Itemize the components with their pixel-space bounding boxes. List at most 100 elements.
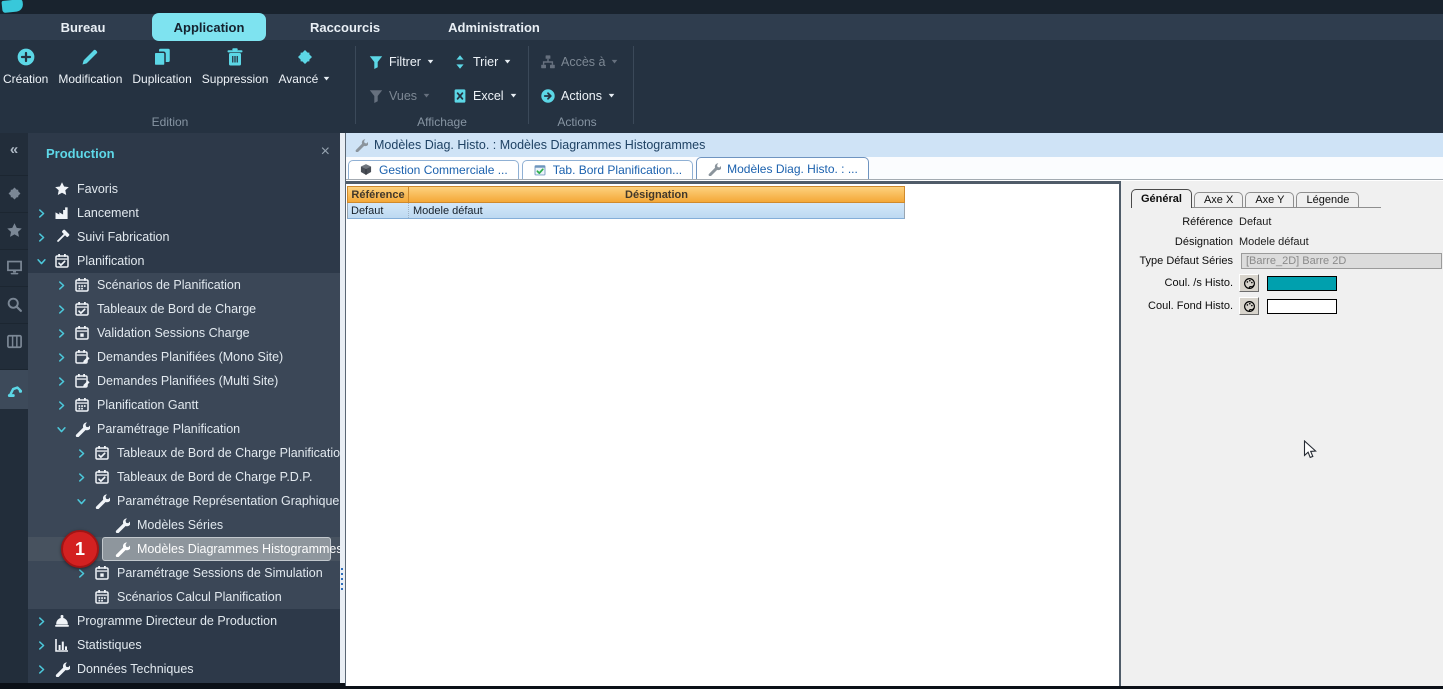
actions-button[interactable]: Actions bbox=[540, 84, 616, 108]
sidebar-item-planification[interactable]: Planification bbox=[28, 249, 340, 273]
table-row[interactable]: Defaut Modele défaut bbox=[347, 203, 905, 219]
doc-tab-gestion-commerciale[interactable]: Gestion Commerciale ... bbox=[348, 160, 519, 179]
caret-down-icon bbox=[503, 55, 512, 69]
chevron-right-icon[interactable] bbox=[56, 304, 74, 315]
sidebar-item-programme-directeur[interactable]: Programme Directeur de Production bbox=[28, 609, 340, 633]
sidebar-item-tbc-pdp[interactable]: Tableaux de Bord de Charge P.D.P. bbox=[28, 465, 340, 489]
chevron-right-icon[interactable] bbox=[36, 616, 54, 627]
sidebar-item-parametrage-planification[interactable]: Paramétrage Planification bbox=[28, 417, 340, 441]
color-picker-button[interactable] bbox=[1239, 274, 1259, 292]
wrench-icon bbox=[346, 138, 374, 152]
chevron-down-icon[interactable] bbox=[76, 496, 94, 507]
sidebar-item-scenarios-calcul[interactable]: Scénarios Calcul Planification bbox=[28, 585, 340, 609]
excel-button[interactable]: Excel bbox=[452, 84, 518, 108]
document-area: Modèles Diag. Histo. : Modèles Diagramme… bbox=[346, 133, 1443, 686]
chevron-right-icon[interactable] bbox=[56, 400, 74, 411]
views-button[interactable]: Vues bbox=[368, 84, 431, 108]
sidebar-item-donnees-techniques[interactable]: Données Techniques bbox=[28, 657, 340, 681]
modules-gear-button[interactable] bbox=[0, 175, 28, 211]
star-icon bbox=[6, 222, 23, 239]
sort-button[interactable]: Trier bbox=[452, 50, 512, 74]
chevron-right-icon[interactable] bbox=[36, 640, 54, 651]
chevron-down-icon[interactable] bbox=[36, 256, 54, 267]
chevron-right-icon[interactable] bbox=[56, 328, 74, 339]
modify-label: Modification bbox=[58, 72, 122, 86]
delete-button[interactable]: Suppression bbox=[199, 47, 272, 86]
sidebar-item-label: Données Techniques bbox=[77, 662, 194, 676]
annotation-badge-1: 1 bbox=[61, 530, 99, 568]
splitter-handle[interactable] bbox=[341, 565, 344, 593]
tab-general[interactable]: Général bbox=[1131, 189, 1192, 208]
document-title: Modèles Diag. Histo. : Modèles Diagramme… bbox=[374, 138, 705, 152]
chevron-right-icon[interactable] bbox=[56, 376, 74, 387]
sidebar-header: Production × bbox=[28, 133, 340, 173]
chevron-right-icon[interactable] bbox=[36, 208, 54, 219]
search-button[interactable] bbox=[0, 286, 28, 322]
group-separator bbox=[355, 46, 356, 124]
desktop-button[interactable] bbox=[0, 249, 28, 285]
chevron-right-icon[interactable] bbox=[56, 352, 74, 363]
chevron-right-icon[interactable] bbox=[56, 280, 74, 291]
gear-icon bbox=[6, 185, 23, 202]
excel-icon bbox=[452, 88, 468, 104]
doc-tab-modeles-diag-histo[interactable]: Modèles Diag. Histo. : ... bbox=[696, 157, 869, 179]
sidebar-item-tbc-planification[interactable]: Tableaux de Bord de Charge Planification bbox=[28, 441, 340, 465]
sidebar-item-demandes-multi[interactable]: Demandes Planifiées (Multi Site) bbox=[28, 369, 340, 393]
tab-legende[interactable]: Légende bbox=[1296, 192, 1359, 207]
chevron-right-icon[interactable] bbox=[76, 448, 94, 459]
tab-application[interactable]: Application bbox=[152, 13, 266, 41]
access-button[interactable]: Accès à bbox=[540, 50, 619, 74]
production-module-button[interactable] bbox=[0, 369, 28, 409]
caret-down-icon bbox=[509, 89, 518, 103]
tab-administration[interactable]: Administration bbox=[443, 14, 545, 40]
create-button[interactable]: Création bbox=[0, 47, 51, 86]
duplicate-label: Duplication bbox=[132, 72, 191, 86]
sidebar-item-demandes-mono[interactable]: Demandes Planifiées (Mono Site) bbox=[28, 345, 340, 369]
advanced-button[interactable]: Avancé bbox=[275, 47, 334, 86]
calendar-icon bbox=[74, 397, 90, 413]
sidebar-item-suivi-fabrication[interactable]: Suivi Fabrication bbox=[28, 225, 340, 249]
collapse-sidebar-button[interactable]: « bbox=[0, 141, 28, 158]
sidebar-item-favoris[interactable]: Favoris bbox=[28, 177, 340, 201]
favorites-button[interactable] bbox=[0, 212, 28, 248]
sidebar-item-planification-gantt[interactable]: Planification Gantt bbox=[28, 393, 340, 417]
fond-color-swatch[interactable] bbox=[1267, 299, 1337, 314]
tab-axe-y[interactable]: Axe Y bbox=[1245, 192, 1294, 207]
sidebar-item-lancement[interactable]: Lancement bbox=[28, 201, 340, 225]
type-defaut-series-field[interactable]: [Barre_2D] Barre 2D bbox=[1241, 253, 1442, 269]
chevron-down-icon[interactable] bbox=[56, 424, 74, 435]
tab-axe-x[interactable]: Axe X bbox=[1194, 192, 1243, 207]
sidebar-item-label: Demandes Planifiées (Multi Site) bbox=[97, 374, 278, 388]
column-header-designation[interactable]: Désignation bbox=[409, 187, 904, 202]
sidebar-item-label: Scénarios de Planification bbox=[97, 278, 241, 292]
tab-bureau[interactable]: Bureau bbox=[45, 14, 121, 40]
funnel-icon bbox=[368, 54, 384, 70]
tab-raccourcis[interactable]: Raccourcis bbox=[299, 14, 391, 40]
close-icon[interactable]: × bbox=[321, 144, 330, 160]
sort-arrows-icon bbox=[452, 54, 468, 70]
color-picker-button[interactable] bbox=[1239, 297, 1259, 315]
histo-color-swatch[interactable] bbox=[1267, 276, 1337, 291]
columns-view-button[interactable] bbox=[0, 323, 28, 359]
type-defaut-series-label: Type Défaut Séries bbox=[1121, 255, 1239, 267]
sidebar-item-statistiques[interactable]: Statistiques bbox=[28, 633, 340, 657]
wrench-icon bbox=[114, 517, 130, 533]
module-rail: « bbox=[0, 133, 28, 686]
sidebar-item-parametrage-representation[interactable]: Paramétrage Représentation Graphique bbox=[28, 489, 340, 513]
chevron-right-icon[interactable] bbox=[76, 568, 94, 579]
chevron-right-icon[interactable] bbox=[36, 664, 54, 675]
sidebar-item-tableaux-bord-charge[interactable]: Tableaux de Bord de Charge bbox=[28, 297, 340, 321]
duplicate-button[interactable]: Duplication bbox=[129, 47, 194, 86]
doc-tab-tab-bord-planification[interactable]: Tab. Bord Planification... bbox=[522, 160, 693, 179]
chevron-right-icon[interactable] bbox=[36, 232, 54, 243]
chevron-right-icon[interactable] bbox=[76, 472, 94, 483]
modify-button[interactable]: Modification bbox=[55, 47, 125, 86]
column-header-reference[interactable]: Référence bbox=[348, 187, 409, 202]
sidebar-item-scenarios-planification[interactable]: Scénarios de Planification bbox=[28, 273, 340, 297]
sidebar-item-validation-sessions[interactable]: Validation Sessions Charge bbox=[28, 321, 340, 345]
selected-item-pill[interactable]: Modèles Diagrammes Histogrammes bbox=[102, 537, 331, 561]
filter-button[interactable]: Filtrer bbox=[368, 50, 435, 74]
delete-label: Suppression bbox=[202, 72, 269, 86]
hardhat-icon bbox=[54, 613, 70, 629]
sidebar-item-label: Statistiques bbox=[77, 638, 142, 652]
